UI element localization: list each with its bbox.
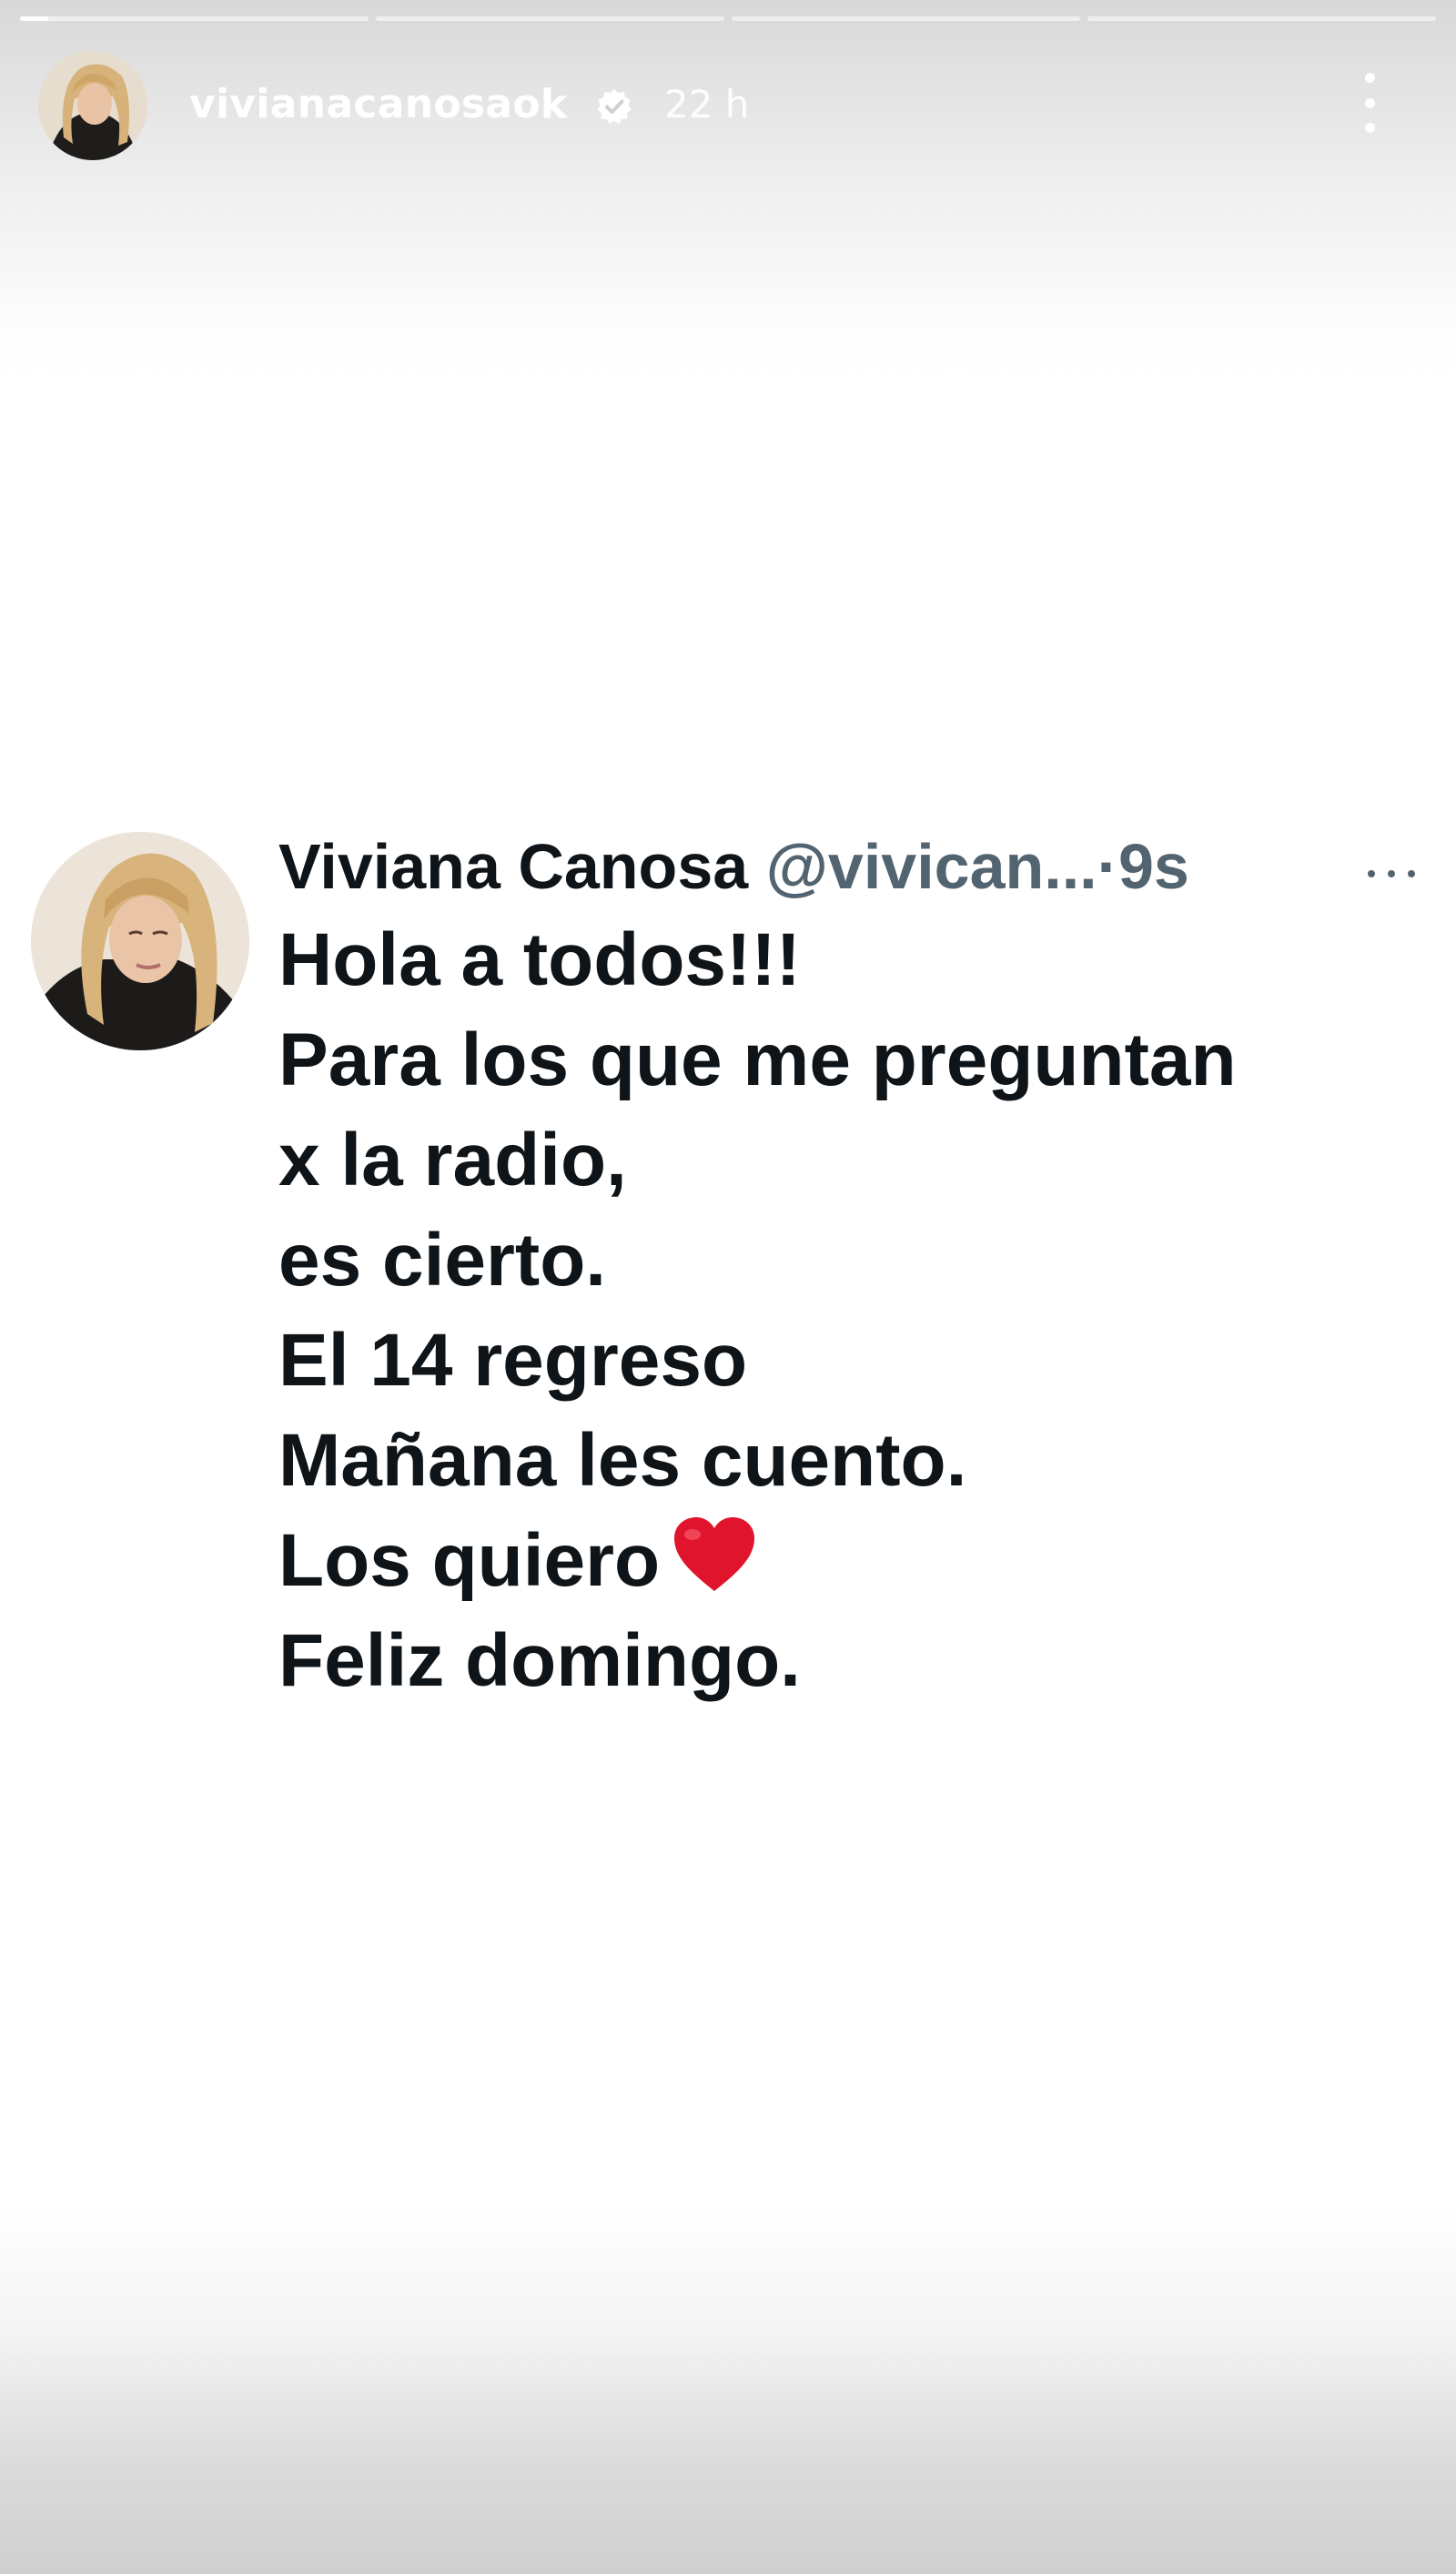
tweet-header: Viviana Canosa @vivican...·9s: [278, 830, 1189, 903]
avatar-photo: [31, 832, 249, 1050]
story-progress-bar: [20, 16, 1436, 22]
tweet-screenshot: Viviana Canosa @vivican...·9s Hola a tod…: [0, 792, 1456, 1793]
progress-segment: [732, 16, 1080, 21]
progress-segment: [20, 16, 369, 21]
tweet-line: El 14 regreso: [278, 1319, 748, 1402]
tweet-line: Feliz domingo.: [278, 1619, 801, 1702]
progress-segment: [376, 16, 724, 21]
dot: [1364, 97, 1375, 108]
tweet-line-with-heart: Los quiero: [278, 1511, 1237, 1611]
tweet-line: Hola a todos!!!: [278, 918, 801, 1001]
dot: [1408, 870, 1415, 877]
dot: [1364, 73, 1375, 83]
red-heart-emoji-icon: [674, 1517, 755, 1591]
verified-badge-icon: [597, 89, 632, 124]
dot: [1364, 123, 1375, 133]
dot: [1368, 870, 1375, 877]
tweet-line: Para los que me preguntan: [278, 1018, 1237, 1101]
tweet-text: Hola a todos!!! Para los que me pregunta…: [278, 910, 1237, 1711]
story-header: vivianacanosaok 22 h: [38, 51, 1418, 164]
avatar-photo: [38, 51, 147, 160]
more-vertical-icon[interactable]: [1356, 73, 1383, 133]
tweet-author-name: Viviana Canosa: [278, 831, 749, 902]
progress-segment: [1087, 16, 1436, 21]
avatar[interactable]: [38, 51, 147, 160]
dot: [1388, 870, 1395, 877]
tweet-separator: ·: [1097, 831, 1118, 902]
tweet-line-text: Los quiero: [278, 1519, 661, 1602]
story-timestamp: 22 h: [664, 82, 750, 127]
tweet-timestamp: 9s: [1117, 831, 1189, 902]
tweet-avatar: [31, 832, 249, 1050]
more-horizontal-icon: [1368, 868, 1415, 879]
tweet-author-handle: @vivican...: [765, 831, 1097, 902]
tweet-line: x la radio,: [278, 1119, 627, 1201]
tweet-line: Mañana les cuento.: [278, 1419, 967, 1502]
progress-fill: [20, 16, 48, 21]
tweet-line: es cierto.: [278, 1219, 607, 1302]
story-username[interactable]: vivianacanosaok: [189, 81, 567, 127]
story-viewer[interactable]: vivianacanosaok 22 h Viviana Canosa @viv…: [0, 0, 1456, 2574]
